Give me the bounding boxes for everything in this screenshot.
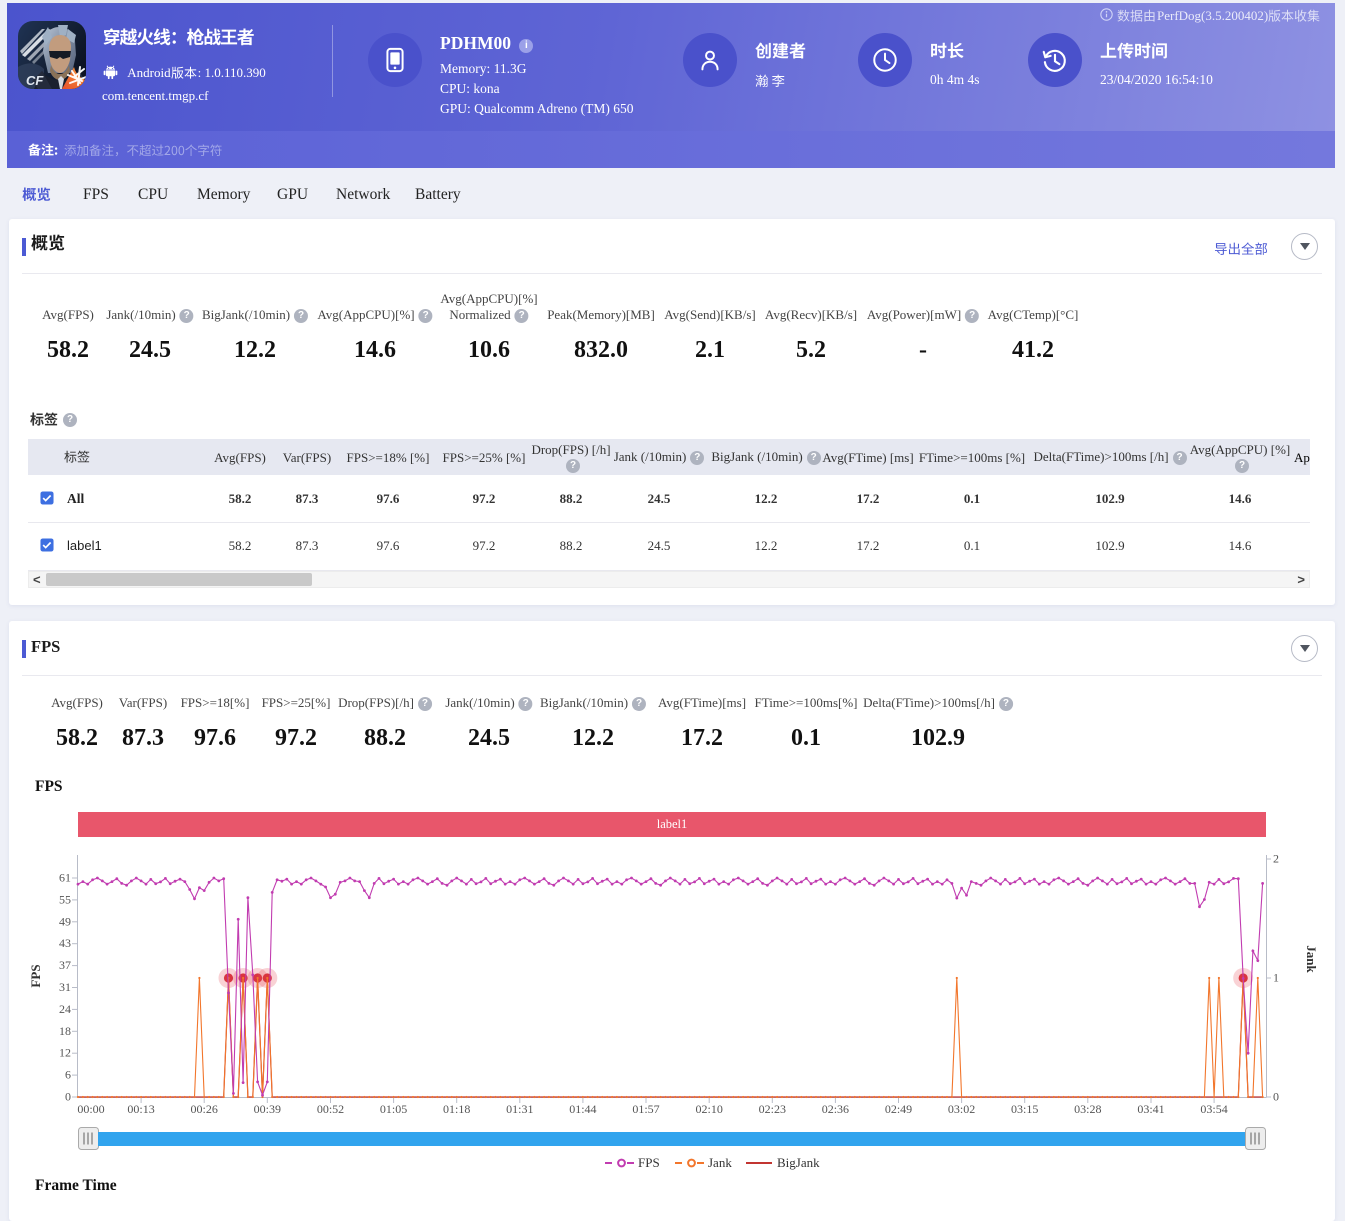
svg-text:CF: CF (26, 73, 44, 88)
svg-text:0: 0 (1273, 1090, 1279, 1104)
svg-text:01:18: 01:18 (443, 1102, 470, 1116)
svg-text:01:57: 01:57 (632, 1102, 659, 1116)
svg-text:00:00: 00:00 (77, 1102, 104, 1116)
svg-text:1: 1 (1273, 971, 1279, 985)
svg-text:02:10: 02:10 (696, 1102, 723, 1116)
svg-text:01:44: 01:44 (569, 1102, 596, 1116)
svg-text:43: 43 (59, 936, 71, 950)
svg-text:6: 6 (65, 1068, 71, 1082)
svg-text:2: 2 (1273, 852, 1279, 866)
svg-text:03:41: 03:41 (1137, 1102, 1164, 1116)
svg-text:12: 12 (59, 1046, 71, 1060)
svg-text:49: 49 (59, 914, 71, 928)
svg-text:03:28: 03:28 (1074, 1102, 1101, 1116)
svg-text:24: 24 (59, 1002, 71, 1016)
svg-text:BigJank: BigJank (777, 1155, 820, 1170)
svg-text:37: 37 (59, 958, 71, 972)
svg-text:61: 61 (59, 871, 71, 885)
svg-text:03:15: 03:15 (1011, 1102, 1038, 1116)
svg-text:55: 55 (59, 892, 71, 906)
svg-text:03:02: 03:02 (948, 1102, 975, 1116)
svg-text:FPS: FPS (28, 964, 43, 987)
svg-text:01:05: 01:05 (380, 1102, 407, 1116)
svg-text:02:23: 02:23 (759, 1102, 786, 1116)
svg-text:00:26: 00:26 (191, 1102, 218, 1116)
svg-text:01:31: 01:31 (506, 1102, 533, 1116)
svg-text:02:36: 02:36 (822, 1102, 849, 1116)
svg-text:Jank: Jank (708, 1155, 732, 1170)
svg-text:03:54: 03:54 (1200, 1102, 1227, 1116)
svg-text:18: 18 (59, 1024, 71, 1038)
svg-text:0: 0 (65, 1090, 71, 1104)
svg-text:00:39: 00:39 (254, 1102, 281, 1116)
svg-text:00:52: 00:52 (317, 1102, 344, 1116)
svg-text:00:13: 00:13 (127, 1102, 154, 1116)
svg-text:Jank: Jank (1304, 945, 1319, 973)
svg-text:31: 31 (59, 980, 71, 994)
svg-text:02:49: 02:49 (885, 1102, 912, 1116)
svg-text:FPS: FPS (638, 1155, 660, 1170)
